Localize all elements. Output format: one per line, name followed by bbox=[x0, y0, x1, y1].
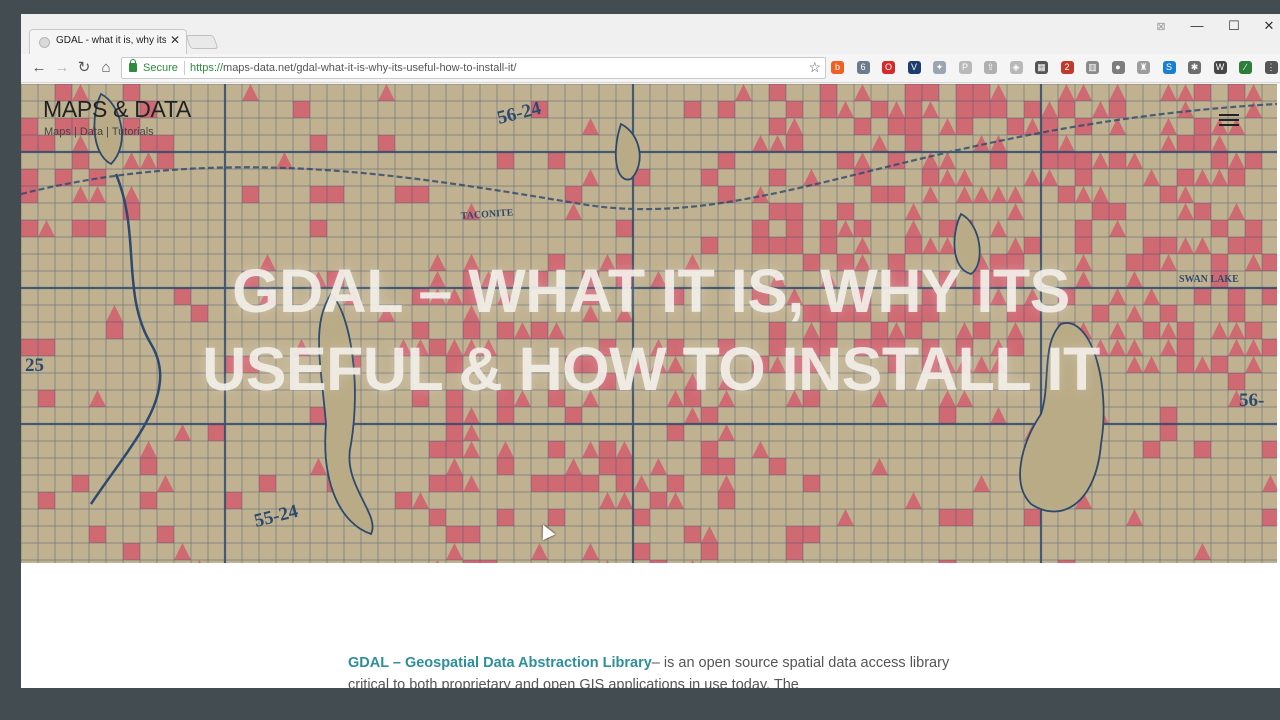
map-label-left: 25 bbox=[25, 355, 44, 376]
tab-close-icon[interactable]: ✕ bbox=[170, 33, 180, 47]
hero-banner: 56-24 55-24 25 56- TACONITE SWAN LAKE MAPS & … bbox=[21, 84, 1277, 563]
site-title[interactable]: MAPS & DATA bbox=[43, 96, 191, 123]
tab-title: GDAL - what it is, why its bbox=[56, 35, 166, 46]
skype-icon[interactable]: S bbox=[1162, 61, 1176, 74]
site-tagline: Maps | Data | Tutorials bbox=[44, 126, 154, 138]
wordpress-icon[interactable]: W bbox=[1213, 61, 1227, 74]
feather-icon[interactable]: ∕ bbox=[1239, 61, 1252, 74]
tab-favicon-icon bbox=[39, 37, 50, 48]
menu-dots-icon[interactable]: ⋮ bbox=[1264, 61, 1278, 74]
page-title-line-1: GDAL – WHAT IT IS, WHY ITS bbox=[232, 257, 1070, 325]
shield-icon[interactable]: ◈ bbox=[1009, 61, 1023, 74]
upload-icon[interactable]: ⇪ bbox=[984, 61, 997, 74]
url-text[interactable]: https://maps-data.net/gdal-what-it-is-wh… bbox=[190, 62, 516, 74]
forward-button[interactable]: → bbox=[52, 58, 72, 78]
hamburger-menu-icon[interactable] bbox=[1219, 114, 1239, 126]
back-button[interactable]: ← bbox=[29, 58, 49, 78]
circle-icon[interactable]: ● bbox=[1111, 61, 1125, 74]
maximize-button[interactable]: ☐ bbox=[1224, 18, 1244, 34]
page-title-line-2: USEFUL & HOW TO INSTALL IT bbox=[202, 335, 1100, 403]
browser-titlebar: GDAL - what it is, why its ✕ ⊠ — ☐ ✕ bbox=[21, 14, 1280, 54]
grid-icon[interactable]: ▦ bbox=[1035, 61, 1048, 74]
columns-icon[interactable]: ▥ bbox=[1086, 61, 1099, 74]
profile-badge-icon[interactable]: ⊠ bbox=[1151, 20, 1171, 33]
page-viewport: 56-24 55-24 25 56- TACONITE SWAN LAKE MAPS & … bbox=[21, 84, 1280, 688]
browser-window: GDAL - what it is, why its ✕ ⊠ — ☐ ✕ ← →… bbox=[21, 14, 1280, 688]
address-bar[interactable]: Secure https://maps-data.net/gdal-what-i… bbox=[121, 57, 826, 79]
minimize-button[interactable]: — bbox=[1187, 18, 1207, 33]
ghost-icon[interactable]: ♜ bbox=[1137, 61, 1150, 74]
secure-label: Secure bbox=[143, 62, 178, 74]
new-tab-button[interactable] bbox=[185, 35, 219, 49]
lock-icon bbox=[129, 59, 137, 72]
pinterest-icon[interactable]: P bbox=[958, 61, 972, 74]
bug-icon[interactable]: ✱ bbox=[1188, 61, 1201, 74]
map-label-lake: SWAN LAKE bbox=[1179, 274, 1239, 285]
home-button[interactable]: ⌂ bbox=[96, 58, 116, 78]
page-title: GDAL – WHAT IT IS, WHY ITS USEFUL & HOW … bbox=[121, 252, 1181, 408]
reload-button[interactable]: ↻ bbox=[74, 58, 94, 78]
bitly-icon[interactable]: b bbox=[831, 61, 844, 74]
map-label-top: 56-24 bbox=[495, 98, 544, 129]
url-scheme: https:// bbox=[190, 62, 224, 74]
url-path: maps-data.net/gdal-what-it-is-why-its-us… bbox=[223, 62, 517, 74]
map-label-right: 56- bbox=[1239, 390, 1264, 411]
dropbox-icon[interactable]: ✦ bbox=[933, 61, 946, 74]
mail-icon[interactable]: 2 bbox=[1060, 61, 1074, 74]
map-label-bottom: 55-24 bbox=[252, 501, 301, 532]
article-intro: GDAL – Geospatial Data Abstraction Libra… bbox=[348, 652, 958, 688]
article-lead-link[interactable]: GDAL – Geospatial Data Abstraction Libra… bbox=[348, 655, 652, 671]
close-window-button[interactable]: ✕ bbox=[1259, 18, 1279, 34]
bookmark-star-icon[interactable]: ☆ bbox=[808, 59, 821, 76]
vuejs-icon[interactable]: V bbox=[907, 61, 921, 74]
browser-toolbar: ← → ↻ ⌂ Secure https://maps-data.net/gda… bbox=[21, 54, 1280, 83]
address-separator bbox=[184, 61, 185, 75]
browser-tab[interactable]: GDAL - what it is, why its ✕ bbox=[29, 29, 187, 54]
opera-icon[interactable]: O bbox=[882, 61, 895, 74]
extension-icon[interactable]: 6 bbox=[856, 61, 870, 74]
